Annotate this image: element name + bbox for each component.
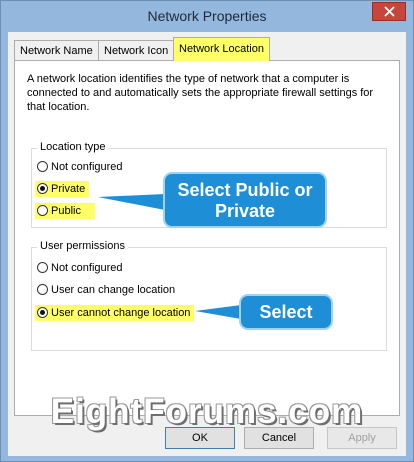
window-title: Network Properties: [147, 8, 267, 24]
tab-network-location[interactable]: Network Location: [173, 37, 270, 61]
close-icon: [384, 6, 395, 17]
dialog-client-area: Network Name Network Icon Network Locati…: [8, 32, 406, 456]
ok-button[interactable]: OK: [165, 427, 235, 449]
permissions-callout: Select: [239, 294, 333, 330]
permissions-callout-text: Select: [259, 302, 313, 322]
watermark-logo: EightForums.com: [50, 392, 364, 431]
close-button[interactable]: [372, 2, 406, 21]
location-callout-pointer: [98, 194, 165, 210]
permissions-callout-pointer: [195, 305, 241, 319]
location-callout: Select Public or Private: [163, 172, 327, 228]
apply-button[interactable]: Apply: [327, 427, 397, 449]
location-callout-text: Select Public or Private: [177, 180, 313, 221]
title-bar[interactable]: Network Properties: [1, 1, 413, 32]
cancel-button[interactable]: Cancel: [244, 427, 314, 449]
network-properties-window: Network Properties Network Name Network …: [0, 0, 414, 462]
